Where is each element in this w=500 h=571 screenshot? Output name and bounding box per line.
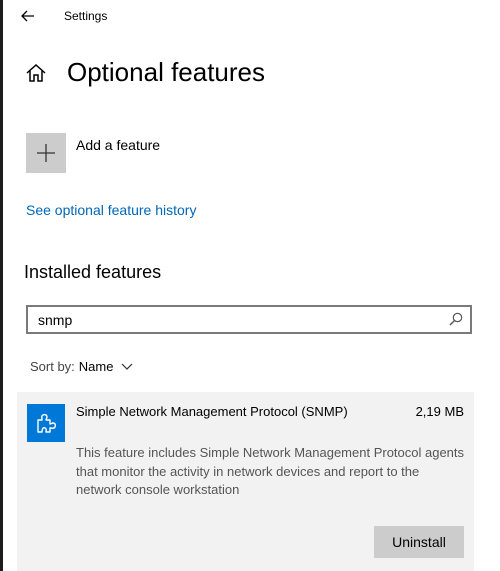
plus-icon — [37, 144, 55, 162]
page-title: Optional features — [67, 57, 266, 87]
add-feature-button[interactable]: Add a feature — [26, 133, 160, 175]
home-icon[interactable] — [25, 62, 47, 84]
sort-label: Sort by: — [30, 359, 75, 374]
feature-icon — [27, 404, 65, 442]
chevron-down-icon[interactable] — [121, 363, 133, 371]
window-title: Settings — [64, 9, 108, 23]
installed-features-heading: Installed features — [24, 262, 162, 282]
feature-description: This feature includes Simple Network Man… — [76, 445, 465, 497]
feature-size: 2,19 MB — [415, 404, 464, 419]
add-feature-label[interactable]: Add a feature — [76, 137, 160, 153]
feature-name: Simple Network Management Protocol (SNMP… — [76, 404, 348, 419]
sort-value[interactable]: Name — [79, 359, 114, 374]
sort-control: Sort by: Name — [30, 359, 133, 374]
puzzle-piece-icon — [37, 413, 57, 433]
arrow-left-icon — [21, 10, 34, 22]
add-feature-tile[interactable] — [26, 133, 66, 173]
feature-item[interactable]: Simple Network Management Protocol (SNMP… — [17, 392, 474, 571]
search-input[interactable] — [28, 307, 448, 332]
uninstall-button[interactable]: Uninstall — [374, 526, 464, 558]
back-button[interactable] — [15, 5, 41, 27]
optional-feature-history-link[interactable]: See optional feature history — [26, 202, 196, 218]
title-bar: Settings — [3, 0, 500, 34]
search-box[interactable] — [26, 305, 472, 334]
window-left-border — [0, 0, 3, 571]
sort-dropdown[interactable]: Name — [75, 359, 134, 374]
search-icon[interactable] — [449, 312, 463, 326]
